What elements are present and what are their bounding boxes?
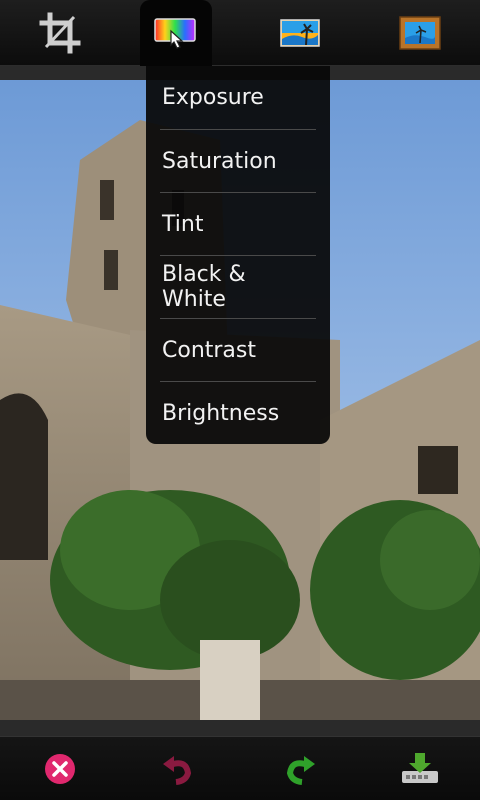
undo-icon bbox=[163, 756, 192, 785]
save-icon bbox=[402, 753, 438, 783]
frame-icon bbox=[399, 16, 441, 50]
save-button[interactable] bbox=[380, 737, 460, 800]
cancel-icon bbox=[45, 754, 75, 784]
crop-icon bbox=[39, 12, 81, 54]
menu-item-tint[interactable]: Tint bbox=[160, 193, 316, 256]
photo-border-bottom bbox=[0, 720, 480, 736]
menu-item-black-white[interactable]: Black & White bbox=[160, 256, 316, 319]
redo-icon bbox=[286, 756, 315, 785]
cancel-button[interactable] bbox=[20, 737, 100, 800]
frame-tool-button[interactable] bbox=[380, 0, 460, 66]
menu-item-contrast[interactable]: Contrast bbox=[160, 319, 316, 382]
color-adjust-menu: Exposure Saturation Tint Black & White C… bbox=[146, 66, 330, 444]
crop-tool-button[interactable] bbox=[20, 0, 100, 66]
menu-item-exposure[interactable]: Exposure bbox=[160, 66, 316, 130]
scene-icon bbox=[280, 19, 320, 47]
color-adjust-tool-button[interactable] bbox=[140, 0, 212, 66]
menu-item-saturation[interactable]: Saturation bbox=[160, 130, 316, 193]
undo-button[interactable] bbox=[138, 737, 218, 800]
scene-tool-button[interactable] bbox=[260, 0, 340, 66]
redo-button[interactable] bbox=[260, 737, 340, 800]
menu-item-brightness[interactable]: Brightness bbox=[160, 382, 316, 444]
color-adjust-icon bbox=[154, 18, 196, 49]
bottom-toolbar bbox=[0, 736, 480, 800]
top-toolbar bbox=[0, 0, 480, 66]
